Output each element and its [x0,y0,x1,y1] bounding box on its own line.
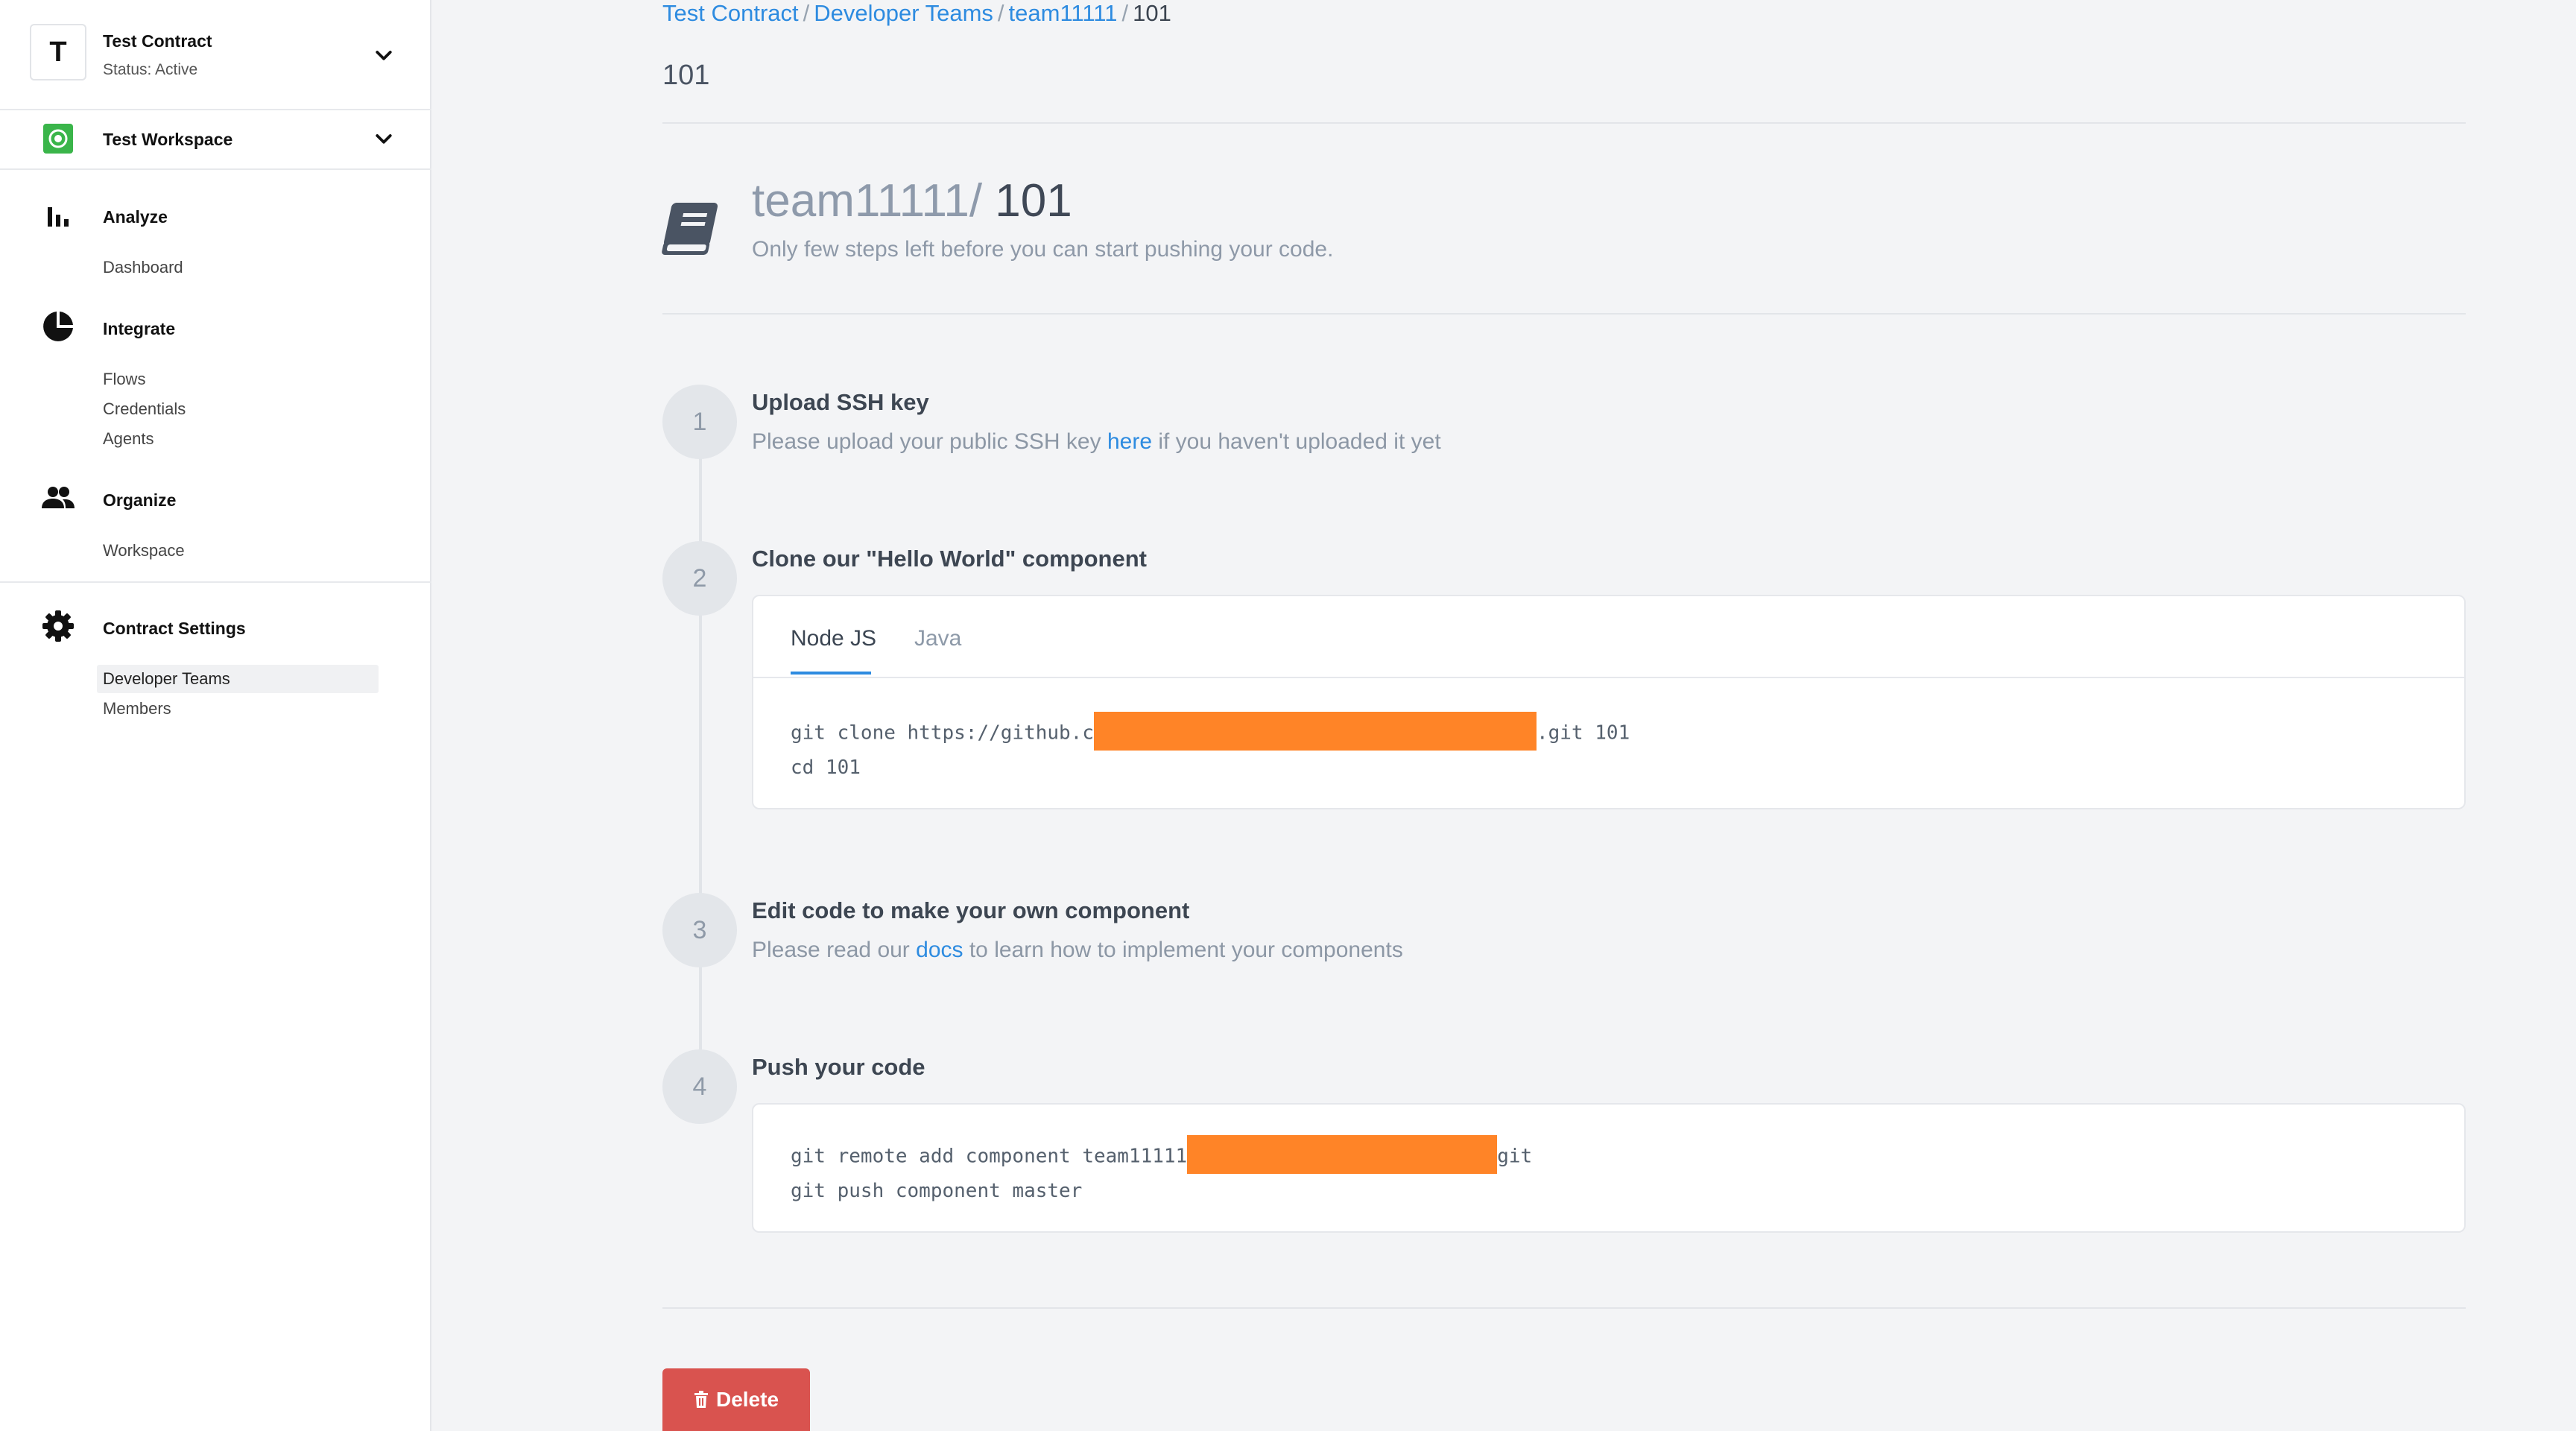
workspace-icon [43,124,73,154]
chevron-down-icon[interactable] [373,128,395,151]
nav-section-contract-settings: Contract Settings [103,619,246,638]
upload-ssh-key-link[interactable]: here [1107,429,1152,454]
repo-name: 101 [995,175,1072,227]
sidebar-item-flows[interactable]: Flows [103,370,145,389]
code-text: git [1497,1145,1533,1168]
push-code-card: git remote add component team11111 git gi… [752,1103,2466,1233]
code-text: git push component master [791,1180,1083,1202]
sidebar-item-developer-teams[interactable]: Developer Teams [103,669,230,689]
step-title: Upload SSH key [752,389,929,415]
pie-chart-icon [43,312,73,341]
breadcrumb: Test Contract / Developer Teams / team11111/… [662,0,1171,27]
book-icon [662,203,718,255]
trash-icon [694,1391,708,1408]
step-description: Please upload your public SSH key here i… [752,429,1441,455]
step-description-text: Please upload your public SSH key [752,429,1107,454]
code-text: git remote add component team11111 [791,1145,1188,1168]
breadcrumb-link-team[interactable]: team11111 [1009,0,1118,26]
divider [0,168,431,170]
main-content: Test Contract / Developer Teams / team11111/… [431,0,2576,1431]
divider [662,122,2466,124]
step-description-text: if you haven't uploaded it yet [1152,429,1441,454]
breadcrumb-separator: / [997,0,1004,26]
step-description-text: Please read our [752,938,917,962]
contract-avatar: T [30,24,86,80]
active-tab-indicator [791,672,871,675]
breadcrumb-separator: / [1121,0,1129,26]
divider [0,581,431,583]
nav-section-analyze: Analyze [103,207,168,227]
code-text: cd 101 [791,756,861,779]
workspace-switcher[interactable]: Test Workspace [0,110,431,168]
divider [662,313,2466,315]
repo-owner: team11111/ [752,175,983,227]
divider [662,1307,2466,1309]
delete-button[interactable]: Delete [662,1368,810,1431]
breadcrumb-link-developer-teams[interactable]: Developer Teams [814,0,993,26]
repo-title: team11111/ 101 [752,174,1072,227]
code-text: .git 101 [1537,721,1630,745]
delete-button-label: Delete [715,1388,779,1411]
nav-section-organize: Organize [103,490,177,510]
repo-subtitle: Only few steps left before you can start… [752,237,1334,262]
sidebar-item-agents[interactable]: Agents [103,429,154,449]
step-title: Clone our "Hello World" component [752,546,1147,572]
tab-java[interactable]: Java [914,626,961,651]
redaction-block [1187,1135,1498,1174]
sidebar-item-members[interactable]: Members [103,699,171,718]
code-block: git clone https://github.c .git 101 cd 10… [791,712,1630,783]
contract-name: Test Contract [103,31,212,51]
breadcrumb-current: 101 [1133,0,1171,26]
breadcrumb-separator: / [803,0,810,26]
redaction-block [1094,712,1537,751]
bar-chart-icon [48,207,69,227]
step-number: 2 [662,541,737,616]
nav-section-integrate: Integrate [103,319,176,338]
language-tabs: Node JS Java [753,596,2464,678]
timeline-line [699,422,702,1093]
sidebar-item-dashboard[interactable]: Dashboard [103,258,183,277]
chevron-down-icon[interactable] [373,45,395,67]
sidebar-item-workspace[interactable]: Workspace [103,541,185,560]
sidebar-item-credentials[interactable]: Credentials [103,399,186,419]
breadcrumb-link-contract[interactable]: Test Contract [662,0,799,26]
step-number: 3 [662,893,737,967]
contract-switcher[interactable]: T Test Contract Status: Active [0,0,431,109]
step-number: 1 [662,385,737,459]
step-title: Push your code [752,1054,925,1080]
contract-status: Status: Active [103,61,198,78]
clone-code-card: Node JS Java git clone https://github.c.… [752,595,2466,809]
docs-link[interactable]: docs [916,938,963,962]
tab-node-js[interactable]: Node JS [791,626,876,651]
sidebar: T Test Contract Status: Active Test Work… [0,0,431,1431]
people-icon [42,487,75,508]
step-description-text: to learn how to implement your component… [963,938,1403,962]
step-number: 4 [662,1049,737,1124]
page-title: 101 [662,60,710,91]
code-text: git clone https://github.c [791,721,1094,745]
workspace-name: Test Workspace [103,130,233,149]
gear-icon [42,610,74,642]
step-title: Edit code to make your own component [752,897,1190,923]
step-description: Please read our docs to learn how to imp… [752,938,1403,963]
code-block: git remote add component team11111 git gi… [791,1135,1533,1206]
